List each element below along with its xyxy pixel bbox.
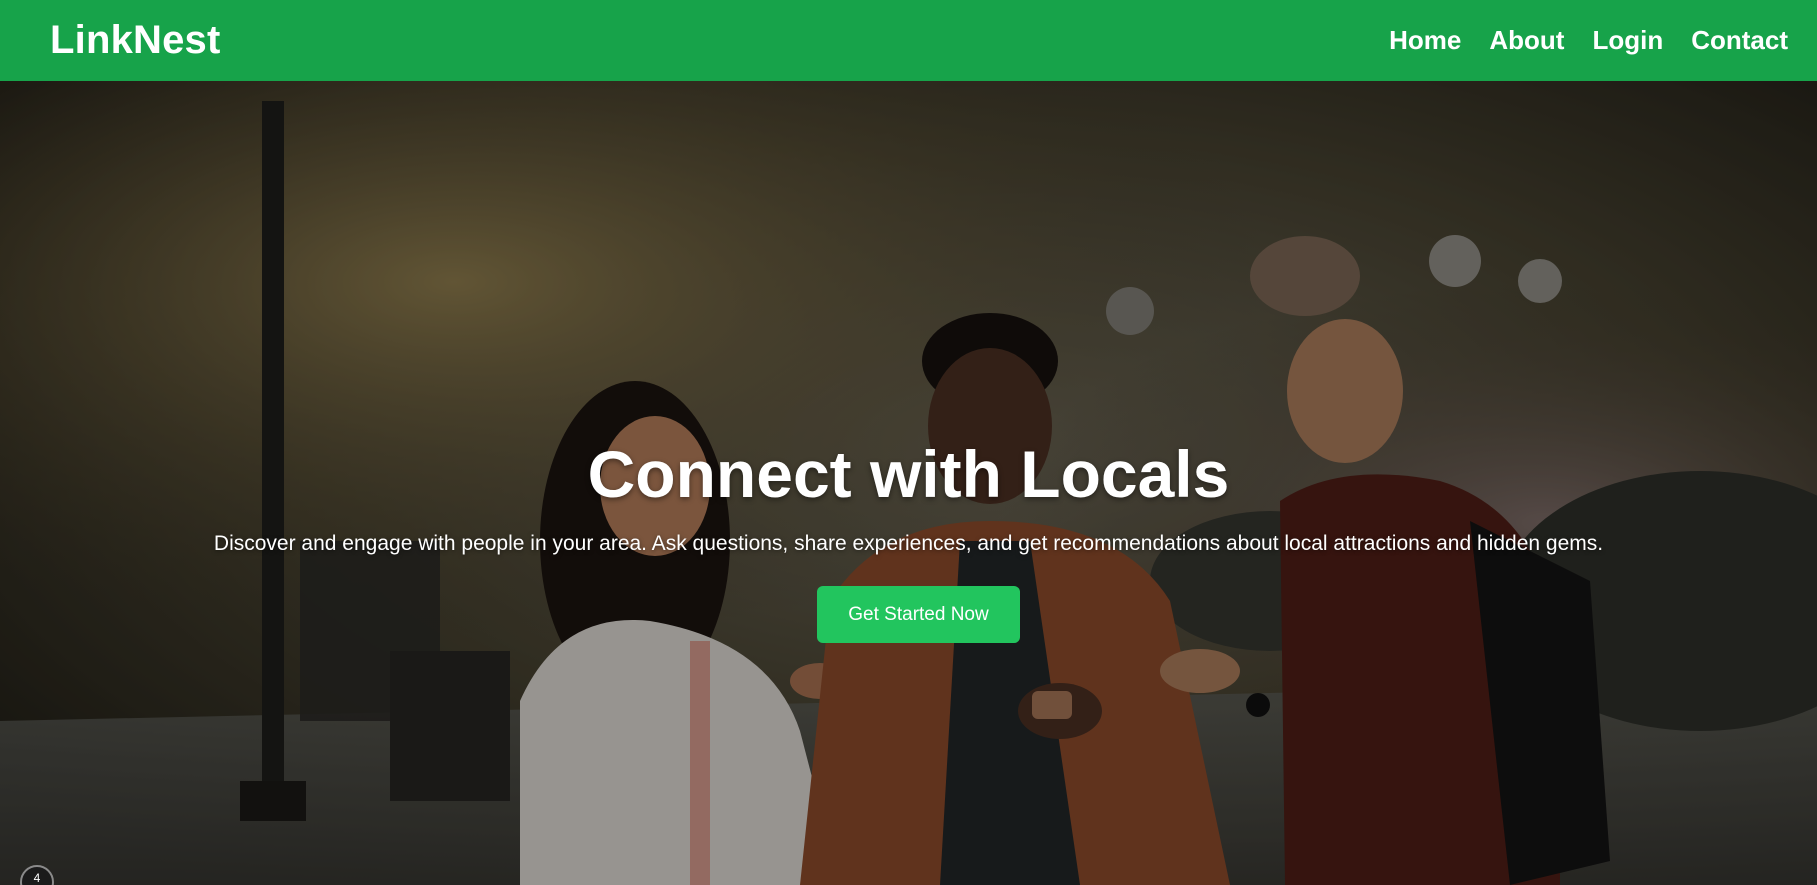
hero-subtitle: Discover and engage with people in your … xyxy=(213,532,1604,555)
brand-logo[interactable]: LinkNest xyxy=(50,18,221,63)
nav-home-link[interactable]: Home xyxy=(1389,25,1461,56)
nav-login-link[interactable]: Login xyxy=(1592,25,1663,56)
hero-title: Connect with Locals xyxy=(587,437,1230,511)
nav-links: Home About Login Contact xyxy=(1389,25,1788,56)
top-navbar: LinkNest Home About Login Contact xyxy=(0,0,1817,81)
get-started-button[interactable]: Get Started Now xyxy=(817,586,1020,643)
hero-section: Connect with Locals Discover and engage … xyxy=(0,81,1817,885)
nav-about-link[interactable]: About xyxy=(1489,25,1564,56)
nav-contact-link[interactable]: Contact xyxy=(1691,25,1788,56)
